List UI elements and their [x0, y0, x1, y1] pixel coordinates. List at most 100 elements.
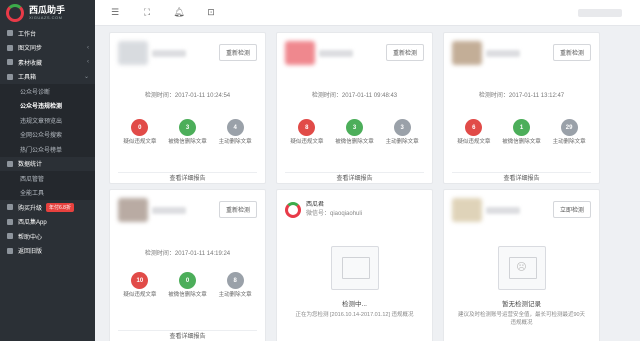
suspected-violation-stat[interactable]: 6 疑似违规文章 [452, 119, 496, 146]
promo-badge: 年付6.8折 [46, 202, 74, 212]
account-name-redacted [486, 49, 520, 57]
stat-label: 疑似违规文章 [123, 139, 157, 145]
count: 3 [345, 119, 363, 136]
stat-label: 疑似违规文章 [290, 139, 324, 145]
account-avatar [118, 41, 148, 65]
sidebar-item-label: 西瓜集App [18, 220, 47, 227]
empty-status: 暂无检测记录 [502, 301, 541, 308]
count: 6 [465, 119, 483, 136]
wechat-deleted-stat[interactable]: 3 被微信删除文章 [165, 119, 209, 146]
sidebar-item-label: 热门公众号榜单 [20, 147, 63, 154]
recheck-button[interactable]: 重新检测 [218, 201, 257, 218]
chevron-icon: ⌄ [83, 74, 89, 81]
wechat-id: 微信号：qiaoqiaohuli [306, 211, 363, 217]
self-deleted-stat[interactable]: 3 主动删除文章 [380, 119, 424, 146]
account-card: 重新检测 检测时间：2017-01-11 14:19:24 10 疑似违规文章 0… [109, 189, 266, 341]
sidebar-item[interactable]: 图文同步 ‹ [0, 41, 95, 56]
sidebar-item-label: 全网公众号搜索 [20, 133, 63, 140]
gift-icon[interactable]: ⊡ [205, 7, 217, 19]
check-time: 检测时间：2017-01-11 14:19:24 [144, 251, 231, 257]
check-now-button[interactable]: 立即检测 [552, 201, 591, 218]
sidebar-item[interactable]: 素材收藏 ‹ [0, 55, 95, 70]
recheck-button[interactable]: 重新检测 [218, 44, 257, 61]
brand[interactable]: 西瓜助手 XIGUAZS.COM [0, 0, 95, 26]
menu-icon[interactable]: ☰ [109, 7, 121, 19]
wechat-deleted-stat[interactable]: 3 被微信删除文章 [332, 119, 376, 146]
sidebar-item[interactable]: 热门公众号榜单 [0, 142, 95, 157]
self-deleted-stat[interactable]: 8 主动删除文章 [213, 272, 257, 299]
stat-label: 被微信删除文章 [168, 139, 207, 145]
sidebar-item[interactable]: 公众号诊断 [0, 84, 95, 99]
nav-icon [7, 204, 13, 211]
main-content: 重新检测 检测时间：2017-01-11 10:24:54 0 疑似违规文章 3 被… [95, 26, 640, 341]
sidebar-item[interactable]: 返回旧版 [0, 244, 95, 259]
sidebar-item-label: 西瓜管管 [20, 176, 45, 183]
self-deleted-stat[interactable]: 29 主动删除文章 [547, 119, 591, 146]
chevron-icon: ‹ [87, 44, 89, 51]
nav-icon [7, 233, 13, 240]
sidebar-item-label: 素材收藏 [18, 60, 43, 67]
check-time: 检测时间：2017-01-11 13:12:47 [478, 93, 565, 99]
stat-label: 疑似违规文章 [457, 139, 491, 145]
wechat-deleted-stat[interactable]: 0 被微信删除文章 [165, 272, 209, 299]
empty-card: 立即检测 ☹ 暂无检测记录 建议及时检测账号运营安全值，最长可检测最近90天违规… [443, 189, 600, 341]
sidebar-nav: 工作台 图文同步 ‹ 素材收藏 ‹ 工具箱 ⌄ 公众号诊断 公众号违规检测 违规文章预览出全网公众… [0, 26, 95, 258]
sidebar-item[interactable]: 工具箱 ⌄ [0, 70, 95, 85]
view-report-link[interactable]: 查看详细报告 [452, 172, 591, 184]
account-avatar [118, 198, 148, 222]
sidebar-item-label: 返回旧版 [18, 249, 43, 256]
recheck-button[interactable]: 重新检测 [552, 44, 591, 61]
nav-icon [7, 59, 13, 66]
sidebar-item[interactable]: 全能工具 [0, 185, 95, 200]
checking-card: 西瓜君 微信号：qiaoqiaohuli 检测中... 正在为您检测 [2016… [276, 189, 433, 341]
view-report-link[interactable]: 查看详细报告 [118, 330, 257, 341]
nav-icon [7, 44, 13, 51]
stat-label: 主动删除文章 [552, 139, 586, 145]
nav-icon [7, 247, 13, 254]
view-report-link[interactable]: 查看详细报告 [285, 172, 424, 184]
account-card: 重新检测 检测时间：2017-01-11 09:48:43 8 疑似违规文章 3 被… [276, 32, 433, 184]
wechat-deleted-stat[interactable]: 1 被微信删除文章 [499, 119, 543, 146]
watermelon-logo-icon [6, 4, 24, 22]
sidebar-item[interactable]: 西瓜集App [0, 215, 95, 230]
count: 3 [393, 119, 411, 136]
account-card: 重新检测 检测时间：2017-01-11 13:12:47 6 疑似违规文章 1 被… [443, 32, 600, 184]
count: 29 [560, 119, 578, 136]
sidebar-item-label: 全能工具 [20, 191, 45, 198]
sidebar-item-label: 帮助中心 [18, 234, 43, 241]
account-name: 西瓜君 [306, 202, 325, 208]
fullscreen-icon[interactable]: ⛶ [141, 7, 153, 19]
self-deleted-stat[interactable]: 4 主动删除文章 [213, 119, 257, 146]
bell-icon[interactable]: 🔔︎ [173, 7, 185, 19]
stat-label: 被微信删除文章 [502, 139, 541, 145]
recheck-button[interactable]: 重新检测 [385, 44, 424, 61]
check-time: 检测时间：2017-01-11 10:24:54 [144, 93, 231, 99]
account-card: 重新检测 检测时间：2017-01-11 10:24:54 0 疑似违规文章 3 被… [109, 32, 266, 184]
nav-icon [7, 160, 13, 167]
sidebar-item[interactable]: 数据统计 [0, 157, 95, 172]
sidebar-item[interactable]: 帮助中心 [0, 229, 95, 244]
sidebar-item[interactable]: 全网公众号搜索 [0, 127, 95, 142]
view-report-link[interactable]: 查看详细报告 [118, 172, 257, 184]
suspected-violation-stat[interactable]: 8 疑似违规文章 [285, 119, 329, 146]
stat-label: 被微信删除文章 [168, 292, 207, 298]
checking-description: 正在为您检测 [2016.10.14-2017.01.12] 违规概况 [295, 312, 414, 318]
stat-label: 主动删除文章 [218, 292, 252, 298]
checking-status: 检测中... [342, 301, 367, 308]
sidebar-item[interactable]: 违规文章预览出 [0, 113, 95, 128]
stat-label: 主动删除文章 [218, 139, 252, 145]
stat-label: 被微信删除文章 [335, 139, 374, 145]
user-menu[interactable] [578, 8, 622, 17]
suspected-violation-stat[interactable]: 10 疑似违规文章 [118, 272, 162, 299]
sidebar-item[interactable]: 公众号违规检测 [0, 98, 95, 113]
chevron-icon: ‹ [87, 59, 89, 66]
suspected-violation-stat[interactable]: 0 疑似违规文章 [118, 119, 162, 146]
count: 4 [226, 119, 244, 136]
sidebar-item[interactable]: 购买升级 年付6.8折 [0, 200, 95, 215]
count: 8 [298, 119, 316, 136]
sidebar-item[interactable]: 西瓜管管 [0, 171, 95, 186]
sad-face-icon: ☹ [516, 262, 527, 273]
check-time: 检测时间：2017-01-11 09:48:43 [311, 93, 398, 99]
sidebar-item[interactable]: 工作台 [0, 26, 95, 41]
app-window: 西瓜助手 XIGUAZS.COM 工作台 图文同步 ‹ 素材收藏 ‹ 工具箱 ⌄ 公众号诊断公… [0, 0, 640, 341]
